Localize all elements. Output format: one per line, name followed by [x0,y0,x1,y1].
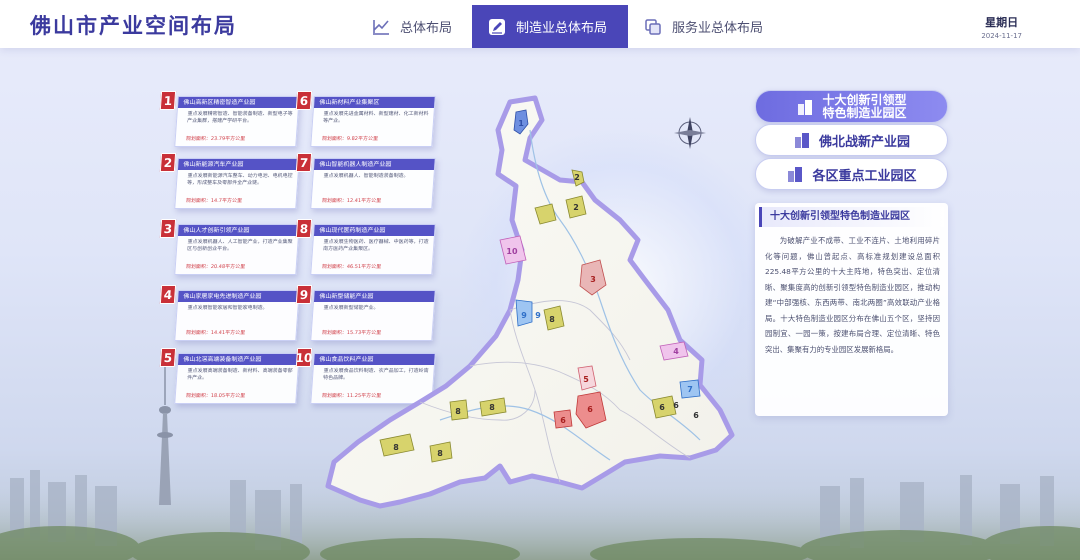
building-icon [794,133,809,148]
park-area: 规划面积：18.05平方公里 [185,393,246,399]
park-number: 3 [159,219,177,238]
park-area: 规划面积：20.48平方公里 [185,264,246,270]
building-icon [788,167,803,182]
map-label-7: 7 [687,385,693,394]
map-label-6d: 6 [673,401,679,410]
top-header: 佛山市产业空间布局 总体布局 制造业总体布局 服务业总体布局 星期日 2024-… [0,0,1080,48]
park-description: 重点发展机器人、人工智能产业，打造产业集聚区与创新创业平台。 [186,239,293,252]
park-card-5[interactable]: 5 佛山北滘高端装备制造产业园 重点发展高端装备制造、新材料、高端装备零部件产业… [159,348,300,404]
park-card-3[interactable]: 3 佛山人才创新引领产业园 重点发展机器人、人工智能产业，打造产业集聚区与创新创… [159,219,300,275]
map-label-8a: 8 [455,407,461,416]
chart-icon [373,19,389,35]
park-number: 8 [295,219,313,238]
tab-service-layout[interactable]: 服务业总体布局 [628,5,778,48]
btn-district-key-parks[interactable]: 各区重点工业园区 [755,158,948,190]
map-label-8e: 8 [549,315,555,324]
park-title: 佛山高新区精密智造产业园 [177,97,299,108]
edit-icon [489,18,505,35]
map-label-2b: 2 [573,203,579,212]
map-label-6e: 6 [693,411,699,420]
park-description: 重点发展新能源汽车整车、动力电池、电机电控等，形成整车及零部件全产业链。 [186,173,293,186]
btn-label: 十大创新引领型 特色制造业园区 [822,92,907,120]
park-number: 4 [159,285,177,304]
park-area: 规划面积：23.79平方公里 [185,136,246,142]
park-title: 佛山人才创新引领产业园 [177,225,299,236]
park-number: 6 [295,91,313,110]
info-title: 十大创新引领型特色制造业园区 [759,207,944,227]
btn-label: 佛北战新产业园 [818,134,910,150]
park-title: 佛山北滘高端装备制造产业园 [177,354,299,365]
map-label-6a: 6 [587,405,593,414]
app-title: 佛山市产业空间布局 [30,14,237,38]
tab-overall-layout[interactable]: 总体布局 [356,5,472,48]
map-label-9b: 9 [535,311,541,320]
map-label-5: 5 [583,375,589,384]
info-body: 为破解产业不成带、工业不连片、土地利用碎片化等问题，佛山曾起点、高标准规划建设总… [765,236,940,354]
park-title: 佛山新能源汽车产业园 [177,159,299,170]
map-label-6b: 6 [560,416,566,425]
map-label-8b: 8 [489,403,495,412]
map-label-1: 1 [518,119,524,128]
map-label-8d: 8 [437,449,443,458]
tab-manufacturing-layout[interactable]: 制造业总体布局 [472,5,628,48]
date: 2024-11-17 [981,32,1022,40]
park-card-2[interactable]: 2 佛山新能源汽车产业园 重点发展新能源汽车整车、动力电池、电机电控等，形成整车… [159,153,300,209]
park-number: 5 [159,348,177,367]
park-card-1[interactable]: 1 佛山高新区精密智造产业园 重点发展精密智造、智能装备制造、新型电子等产业集群… [159,91,300,147]
btn-fobei-new-industry-park[interactable]: 佛北战新产业园 [755,124,948,156]
park-number: 7 [295,153,313,172]
weekday: 星期日 [985,16,1019,29]
tab-label: 总体布局 [400,21,453,36]
map-label-8c: 8 [393,443,399,452]
tab-label: 制造业总体布局 [516,21,608,36]
map-label-10: 10 [506,247,518,256]
map-label-9a: 9 [521,311,527,320]
park-title: 佛山家居家电先进制造产业园 [177,291,299,302]
map-svg: 1 2 2 3 4 5 6 6 6 6 6 7 8 8 8 8 8 9 9 10 [325,95,735,509]
info-panel: 十大创新引领型特色制造业园区 为破解产业不成带、工业不连片、土地利用碎片化等问题… [755,203,948,416]
btn-ten-innovative-parks[interactable]: 十大创新引领型 特色制造业园区 [755,90,948,123]
park-number: 9 [295,285,313,304]
park-number: 1 [159,91,177,110]
map-label-4: 4 [673,347,679,356]
map-label-2a: 2 [574,173,580,182]
park-description: 重点发展高端装备制造、新材料、高端装备零部件产业。 [186,368,293,381]
building-icon [798,99,813,115]
compass-icon [674,117,706,149]
park-area: 规划面积：14.7平方公里 [185,198,243,204]
park-number: 10 [295,348,313,367]
date-display: 星期日 2024-11-17 [981,14,1022,40]
map-label-3: 3 [590,275,596,284]
park-description: 重点发展智能家居和智能家电制造。 [187,305,268,311]
park-number: 2 [159,153,177,172]
map-label-6c: 6 [659,403,665,412]
tab-label: 服务业总体布局 [672,21,764,36]
park-card-4[interactable]: 4 佛山家居家电先进制造产业园 重点发展智能家居和智能家电制造。 规划面积：14… [159,285,300,341]
park-area: 规划面积：14.41平方公里 [185,330,246,336]
btn-label: 各区重点工业园区 [812,168,917,184]
park-description: 重点发展精密智造、智能装备制造、新型电子等产业集群，搭建产学研平台。 [186,111,293,124]
foshan-map[interactable]: 1 2 2 3 4 5 6 6 6 6 6 7 8 8 8 8 8 9 9 10 [320,90,750,534]
layers-icon [645,18,661,35]
